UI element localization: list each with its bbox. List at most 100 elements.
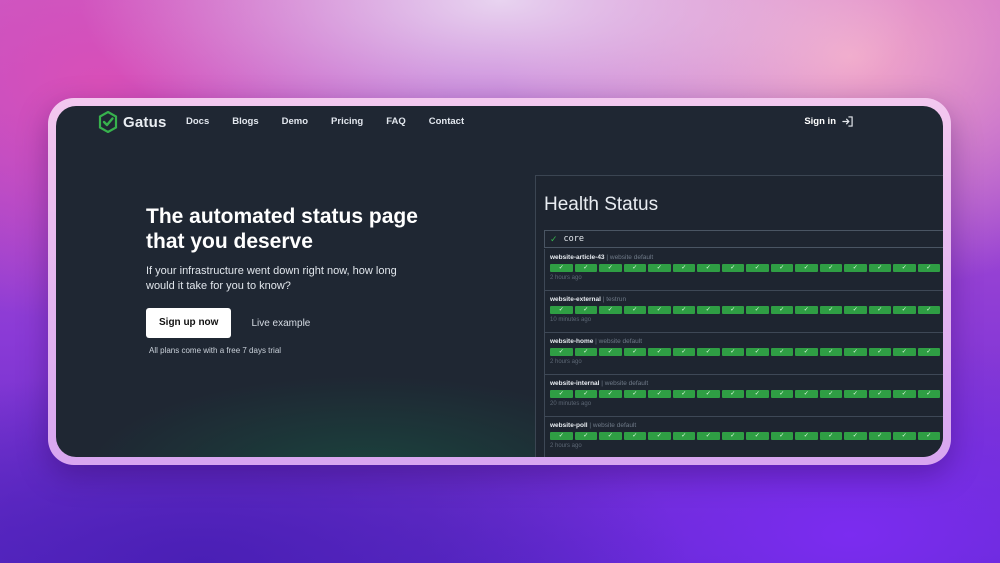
check-success-icon[interactable]: ✓ (721, 264, 744, 272)
check-success-icon[interactable]: ✓ (868, 348, 891, 356)
check-success-icon[interactable]: ✓ (746, 432, 769, 440)
check-success-icon[interactable]: ✓ (574, 264, 597, 272)
check-success-icon[interactable]: ✓ (697, 432, 720, 440)
signup-button[interactable]: Sign up now (146, 308, 232, 338)
check-success-icon[interactable]: ✓ (819, 390, 842, 398)
check-success-icon[interactable]: ✓ (893, 264, 916, 272)
check-success-icon[interactable]: ✓ (770, 390, 793, 398)
gatus-logo-icon (98, 111, 118, 133)
nav-link-blogs[interactable]: Blogs (232, 116, 258, 127)
check-success-icon[interactable]: ✓ (795, 348, 818, 356)
check-success-icon[interactable]: ✓ (648, 306, 671, 314)
check-success-icon[interactable]: ✓ (819, 432, 842, 440)
check-success-icon[interactable]: ✓ (697, 390, 720, 398)
check-success-icon[interactable]: ✓ (623, 390, 646, 398)
check-success-icon[interactable]: ✓ (550, 432, 573, 440)
check-success-icon[interactable]: ✓ (795, 432, 818, 440)
check-success-icon[interactable]: ✓ (746, 264, 769, 272)
check-success-icon[interactable]: ✓ (672, 348, 695, 356)
check-success-icon[interactable]: ✓ (868, 306, 891, 314)
service-row[interactable]: website-article-43 | website default ✓ ✓ ✓ ✓… (544, 249, 943, 291)
check-success-icon[interactable]: ✓ (697, 264, 720, 272)
check-success-icon[interactable]: ✓ (721, 306, 744, 314)
check-success-icon[interactable]: ✓ (599, 432, 622, 440)
check-success-icon[interactable]: ✓ (893, 432, 916, 440)
service-row[interactable]: website-internal | website default ✓ ✓ ✓ ✓ ✓ ✓… (544, 375, 943, 417)
group-header-core[interactable]: ✓ core (544, 230, 943, 248)
check-success-icon[interactable]: ✓ (672, 390, 695, 398)
check-success-icon[interactable]: ✓ (648, 348, 671, 356)
check-success-icon[interactable]: ✓ (868, 390, 891, 398)
check-success-icon[interactable]: ✓ (893, 348, 916, 356)
check-success-icon[interactable]: ✓ (721, 348, 744, 356)
check-success-icon[interactable]: ✓ (819, 264, 842, 272)
service-row[interactable]: website-home | website default ✓ ✓ ✓ ✓ ✓ ✓ ✓ ✓ ✓ ✓… (544, 333, 943, 375)
check-success-icon[interactable]: ✓ (770, 432, 793, 440)
check-success-icon[interactable]: ✓ (623, 348, 646, 356)
check-success-icon[interactable]: ✓ (599, 306, 622, 314)
check-success-icon[interactable]: ✓ (917, 306, 940, 314)
check-success-icon[interactable]: ✓ (623, 432, 646, 440)
check-success-icon[interactable]: ✓ (721, 432, 744, 440)
service-row[interactable]: website-external | testrun ✓ ✓ ✓ ✓ ✓ ✓ ✓ ✓ ✓ ✓ ✓ ✓ ✓ ✓… (544, 291, 943, 333)
check-success-icon[interactable]: ✓ (746, 348, 769, 356)
check-success-icon[interactable]: ✓ (672, 432, 695, 440)
check-success-icon[interactable]: ✓ (697, 306, 720, 314)
check-success-icon[interactable]: ✓ (844, 306, 867, 314)
nav-link-demo[interactable]: Demo (282, 116, 308, 127)
check-success-icon[interactable]: ✓ (893, 390, 916, 398)
check-success-icon[interactable]: ✓ (844, 432, 867, 440)
check-success-icon[interactable]: ✓ (819, 348, 842, 356)
check-success-icon[interactable]: ✓ (697, 348, 720, 356)
check-success-icon[interactable]: ✓ (844, 390, 867, 398)
check-success-icon[interactable]: ✓ (770, 348, 793, 356)
nav-link-pricing[interactable]: Pricing (331, 116, 363, 127)
check-success-icon[interactable]: ✓ (917, 432, 940, 440)
nav-link-contact[interactable]: Contact (429, 116, 464, 127)
nav-link-faq[interactable]: FAQ (386, 116, 406, 127)
check-success-icon[interactable]: ✓ (844, 264, 867, 272)
check-success-icon[interactable]: ✓ (770, 306, 793, 314)
signin-arrow-icon (842, 115, 853, 127)
health-status-preview: Health Status ✓ core website-article-43 … (535, 175, 943, 457)
check-success-icon[interactable]: ✓ (721, 390, 744, 398)
check-success-icon[interactable]: ✓ (770, 264, 793, 272)
check-success-icon[interactable]: ✓ (574, 306, 597, 314)
check-success-icon[interactable]: ✓ (648, 432, 671, 440)
check-success-icon[interactable]: ✓ (917, 264, 940, 272)
check-success-icon[interactable]: ✓ (746, 390, 769, 398)
check-success-icon[interactable]: ✓ (844, 348, 867, 356)
check-success-icon[interactable]: ✓ (893, 306, 916, 314)
check-success-icon[interactable]: ✓ (795, 264, 818, 272)
check-success-icon[interactable]: ✓ (819, 306, 842, 314)
check-success-icon[interactable]: ✓ (795, 390, 818, 398)
check-success-icon[interactable]: ✓ (917, 348, 940, 356)
signin-link[interactable]: Sign in (804, 106, 853, 136)
check-success-icon[interactable]: ✓ (623, 306, 646, 314)
check-success-icon[interactable]: ✓ (599, 264, 622, 272)
check-success-icon[interactable]: ✓ (599, 348, 622, 356)
check-success-icon[interactable]: ✓ (648, 264, 671, 272)
check-success-icon[interactable]: ✓ (550, 306, 573, 314)
nav-link-docs[interactable]: Docs (186, 116, 209, 127)
check-success-icon[interactable]: ✓ (746, 306, 769, 314)
check-success-icon[interactable]: ✓ (672, 306, 695, 314)
service-row[interactable]: website-poll | website default ✓ ✓ ✓ ✓ ✓ ✓ ✓ ✓ ✓ ✓… (544, 417, 943, 457)
check-success-icon[interactable]: ✓ (550, 264, 573, 272)
check-success-icon[interactable]: ✓ (550, 348, 573, 356)
check-success-icon[interactable]: ✓ (795, 306, 818, 314)
check-success-icon[interactable]: ✓ (868, 432, 891, 440)
brand-logo[interactable]: Gatus (97, 111, 167, 133)
check-success-icon[interactable]: ✓ (599, 390, 622, 398)
check-success-icon[interactable]: ✓ (623, 264, 646, 272)
check-success-icon[interactable]: ✓ (868, 264, 891, 272)
check-success-icon[interactable]: ✓ (574, 432, 597, 440)
check-success-icon[interactable]: ✓ (550, 390, 573, 398)
check-success-icon[interactable]: ✓ (574, 390, 597, 398)
check-success-icon[interactable]: ✓ (648, 390, 671, 398)
check-success-icon[interactable]: ✓ (574, 348, 597, 356)
check-success-icon[interactable]: ✓ (672, 264, 695, 272)
top-nav: Gatus Docs Blogs Demo Pricing FAQ Contac… (56, 106, 943, 146)
live-example-link[interactable]: Live example (251, 318, 310, 329)
check-success-icon[interactable]: ✓ (917, 390, 940, 398)
